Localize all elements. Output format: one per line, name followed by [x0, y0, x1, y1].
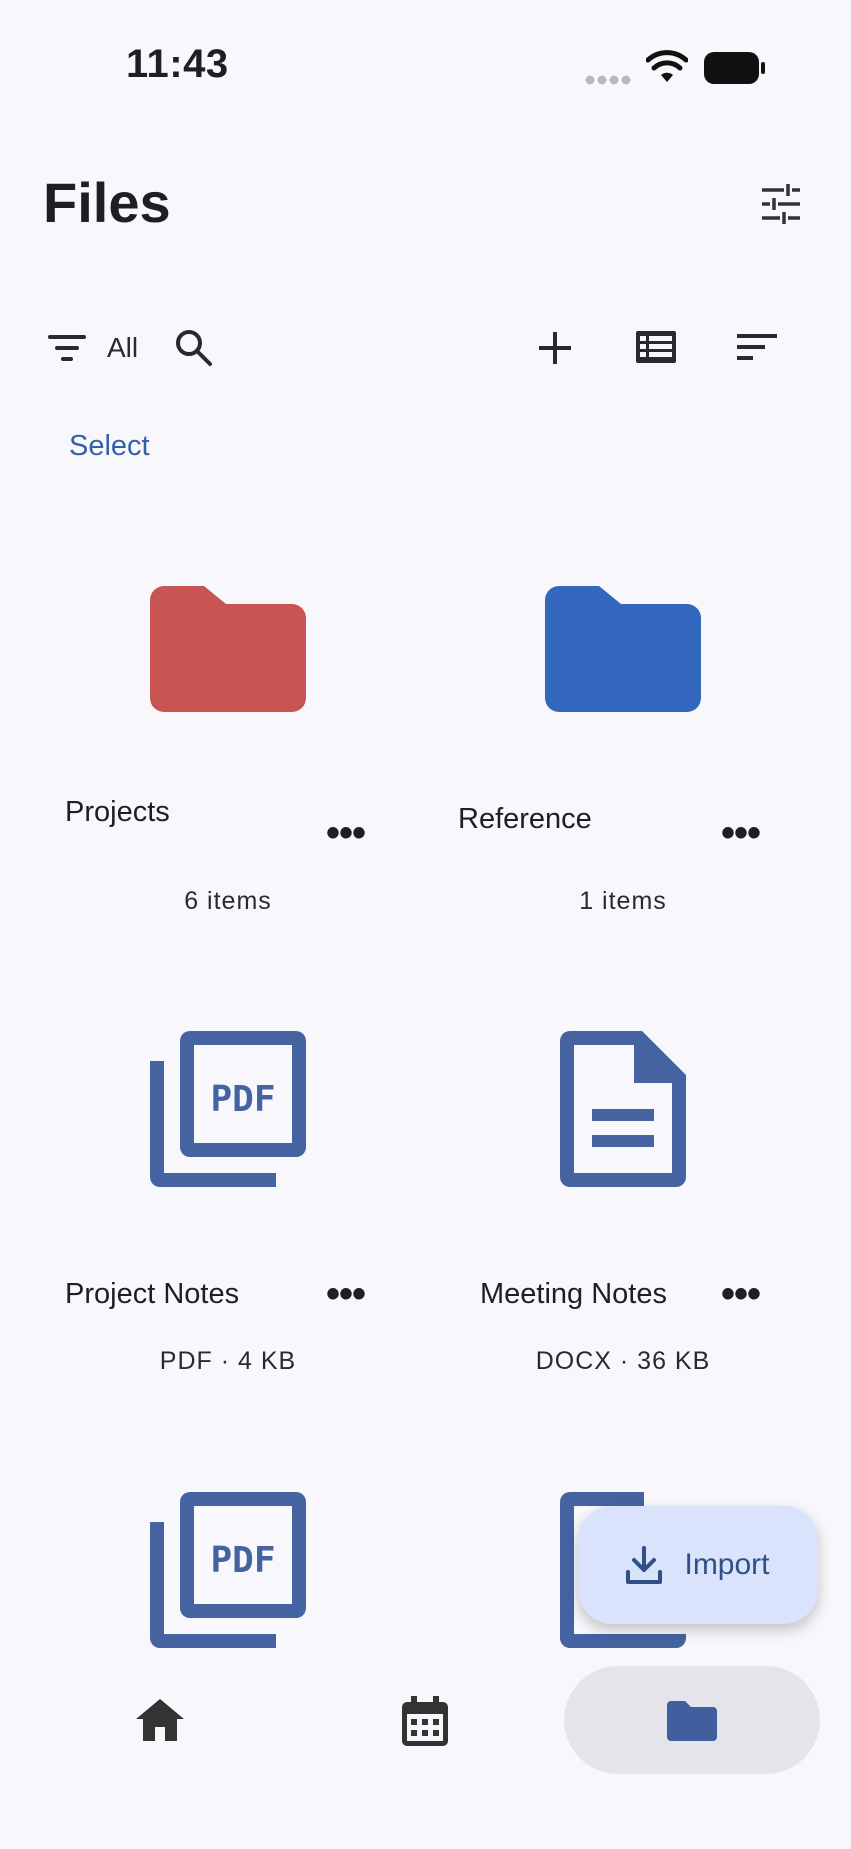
folder-icon[interactable] [545, 586, 701, 712]
signal-icon [585, 74, 631, 86]
more-options-icon[interactable]: ••• [326, 813, 366, 853]
sort-icon[interactable] [737, 333, 777, 361]
document-icon[interactable] [560, 1031, 686, 1187]
filter-label[interactable]: All [107, 332, 138, 364]
svg-text:PDF: PDF [210, 1079, 275, 1120]
battery-icon [704, 52, 766, 84]
add-icon[interactable] [538, 331, 572, 365]
page-title: Files [43, 171, 171, 234]
item-name[interactable]: Meeting Notes [480, 1278, 667, 1311]
home-icon[interactable] [136, 1699, 184, 1741]
adjust-settings-icon[interactable] [760, 184, 802, 224]
item-name[interactable]: Reference [458, 803, 592, 836]
import-label: Import [684, 1548, 770, 1581]
more-options-icon[interactable]: ••• [721, 1274, 761, 1314]
download-icon [626, 1546, 663, 1584]
import-button[interactable]: Import [578, 1506, 818, 1624]
pdf-icon[interactable]: PDF [150, 1031, 306, 1187]
more-options-icon[interactable]: ••• [326, 1274, 366, 1314]
more-options-icon[interactable]: ••• [721, 813, 761, 853]
select-button[interactable]: Select [69, 430, 150, 463]
pdf-icon[interactable]: PDF [150, 1492, 306, 1648]
status-time: 11:43 [126, 42, 229, 86]
calendar-icon[interactable] [402, 1696, 448, 1746]
item-meta: PDF · 4 KB [159, 1347, 297, 1375]
filter-icon[interactable] [48, 334, 86, 362]
item-meta: 1 items [579, 887, 667, 915]
item-meta: DOCX · 36 KB [535, 1347, 711, 1375]
wifi-icon [646, 50, 688, 84]
svg-text:PDF: PDF [210, 1540, 275, 1581]
item-meta: 6 items [184, 887, 272, 915]
search-icon[interactable] [174, 328, 214, 368]
item-name[interactable]: Projects [65, 796, 170, 829]
folder-icon[interactable] [150, 586, 306, 712]
item-name[interactable]: Project Notes [65, 1278, 239, 1311]
folder-icon[interactable] [667, 1701, 717, 1741]
list-view-icon[interactable] [636, 331, 676, 363]
